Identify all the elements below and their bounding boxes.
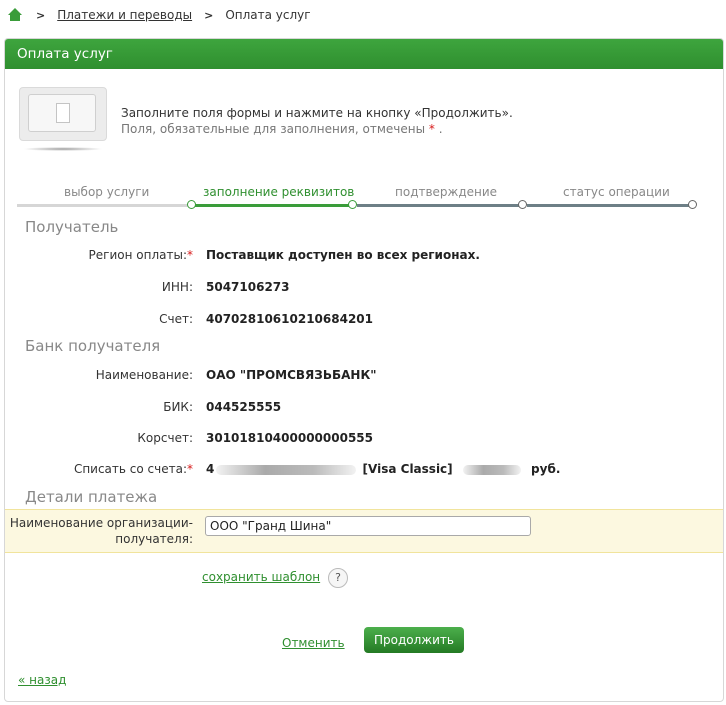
save-template-link[interactable]: сохранить шаблон (202, 570, 320, 584)
intro-text: Заполните поля формы и нажмите на кнопку… (121, 105, 513, 137)
step-line (17, 204, 191, 207)
step-line (527, 204, 693, 207)
section-title-payment-details: Детали платежа (25, 488, 158, 506)
org-name-input[interactable] (205, 516, 531, 536)
step-node (688, 200, 697, 209)
back-link[interactable]: « назад (18, 673, 66, 687)
corr-account-label: Корсчет: (137, 431, 193, 445)
step-line (357, 204, 523, 207)
breadcrumb: > Платежи и переводы > Оплата услуг (8, 6, 311, 24)
required-mark: * (428, 122, 435, 136)
step-node (348, 200, 357, 209)
org-name-label: Наименование организации- получателя: (9, 516, 193, 546)
region-value: Поставщик доступен во всех регионах. (206, 248, 480, 262)
cancel-link[interactable]: Отменить (282, 636, 345, 650)
step-node (187, 200, 196, 209)
panel-title: Оплата услуг (5, 39, 723, 69)
step-label-select-service: выбор услуги (64, 185, 150, 199)
section-title-recipient: Получатель (25, 218, 119, 236)
inn-value: 5047106273 (206, 280, 290, 294)
home-icon[interactable] (8, 8, 22, 22)
bik-label: БИК: (163, 400, 193, 414)
intro: Заполните поля формы и нажмите на кнопку… (19, 87, 709, 157)
step-label-status: статус операции (563, 185, 670, 199)
breadcrumb-link-payments[interactable]: Платежи и переводы (57, 8, 192, 22)
debit-account-value: 4 [Visa Classic] руб. (206, 462, 561, 476)
breadcrumb-current: Оплата услуг (225, 8, 311, 22)
step-line (195, 204, 353, 207)
org-name-row: Наименование организации- получателя: (5, 509, 723, 553)
bank-name-value: ОАО "ПРОМСВЯЗЬБАНК" (206, 368, 377, 382)
debit-account-label: Списать со счета:* (73, 462, 193, 476)
intro-line-2: Поля, обязательные для заполнения, отмеч… (121, 122, 443, 136)
help-icon[interactable]: ? (328, 568, 348, 588)
continue-button[interactable]: Продолжить (364, 627, 464, 653)
shopping-bag-icon (19, 87, 107, 141)
intro-line-1: Заполните поля формы и нажмите на кнопку… (121, 106, 513, 120)
step-node (518, 200, 527, 209)
account-value: 40702810610210684201 (206, 312, 373, 326)
section-title-bank: Банк получателя (25, 337, 161, 355)
corr-account-value: 30101810400000000555 (206, 431, 373, 445)
inn-label: ИНН: (161, 280, 193, 294)
bank-name-label: Наименование: (95, 368, 193, 382)
region-label: Регион оплаты:* (88, 248, 193, 262)
payment-panel: Оплата услуг Заполните поля формы и нажм… (4, 38, 724, 702)
progress-steps: выбор услуги заполнение реквизитов подтв… (17, 185, 705, 215)
chevron-right-icon: > (204, 8, 214, 22)
account-label: Счет: (159, 312, 193, 326)
chevron-right-icon: > (36, 8, 46, 22)
step-label-confirm: подтверждение (395, 185, 498, 199)
step-label-fill-details: заполнение реквизитов (203, 185, 355, 199)
bik-value: 044525555 (206, 400, 282, 414)
